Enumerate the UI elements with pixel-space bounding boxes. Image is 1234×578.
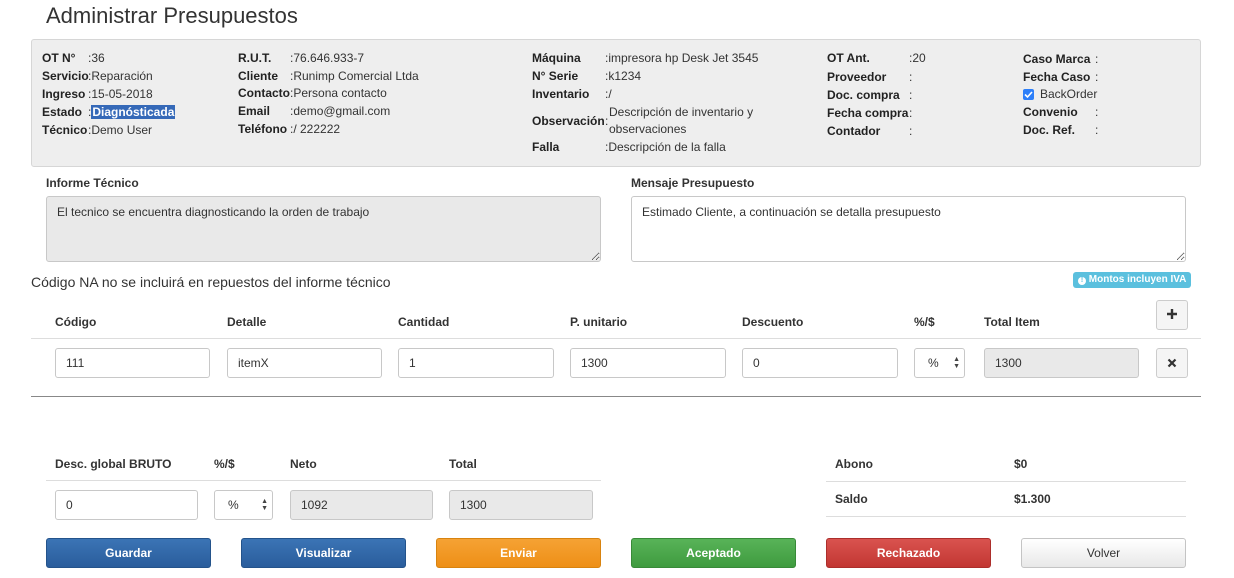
backorder-checkbox[interactable] bbox=[1023, 89, 1034, 100]
info-fecha-caso: Fecha Caso: bbox=[1023, 70, 1099, 84]
abono-value: $0 bbox=[1014, 457, 1028, 471]
saldo-label: Saldo bbox=[835, 492, 868, 506]
updown-arrows-icon: ▲ ▼ bbox=[953, 356, 960, 370]
backorder-option: BackOrder bbox=[1023, 87, 1097, 101]
info-ot: OT N°:36 bbox=[42, 51, 105, 65]
info-inventario: Inventario:/ bbox=[532, 87, 612, 101]
info-fecha-compra: Fecha compra: bbox=[827, 106, 913, 120]
col-header-descuento: Descuento bbox=[742, 315, 804, 329]
updown-arrows-icon: ▲ ▼ bbox=[261, 498, 268, 512]
col-header-total-item: Total Item bbox=[984, 315, 1040, 329]
info-contador: Contador: bbox=[827, 124, 913, 138]
info-servicio: Servicio:Reparación bbox=[42, 69, 153, 83]
informe-tecnico-textarea[interactable]: El tecnico se encuentra diagnosticando l… bbox=[46, 196, 601, 262]
total-label: Total bbox=[449, 457, 477, 471]
col-header-cantidad: Cantidad bbox=[398, 315, 450, 329]
check-icon bbox=[1024, 91, 1033, 99]
page-title: Administrar Presupuestos bbox=[46, 3, 298, 28]
info-convenio: Convenio: bbox=[1023, 105, 1099, 119]
iva-badge: ! Montos incluyen IVA bbox=[1073, 272, 1192, 288]
info-ingreso: Ingreso:15-05-2018 bbox=[42, 87, 153, 101]
item-tipo-select[interactable]: % ▲ ▼ bbox=[914, 348, 965, 378]
items-section-divider bbox=[31, 396, 1201, 397]
col-header-tipo: %/$ bbox=[914, 315, 935, 329]
item-detalle-input[interactable] bbox=[227, 348, 382, 378]
summary-divider-2 bbox=[826, 516, 1186, 517]
item-cantidad-input[interactable] bbox=[398, 348, 554, 378]
remove-item-button[interactable] bbox=[1156, 348, 1188, 378]
status-badge: Diagnósticada bbox=[91, 105, 176, 119]
desc-global-label: Desc. global BRUTO bbox=[55, 457, 172, 471]
info-serie: N° Serie:k1234 bbox=[532, 69, 642, 83]
item-p-unitario-input[interactable] bbox=[570, 348, 726, 378]
col-header-p-unitario: P. unitario bbox=[570, 315, 628, 329]
item-descuento-input[interactable] bbox=[742, 348, 898, 378]
na-code-note: Código NA no se incluirá en repuestos de… bbox=[31, 274, 391, 290]
info-telefono: Teléfono:/ 222222 bbox=[238, 122, 341, 136]
neto-label: Neto bbox=[290, 457, 317, 471]
informe-label: Informe Técnico bbox=[46, 176, 139, 190]
info-falla: Falla:Descripción de la falla bbox=[532, 140, 726, 154]
plus-icon bbox=[1167, 309, 1177, 319]
info-ot-ant: OT Ant.:20 bbox=[827, 51, 926, 65]
abono-label: Abono bbox=[835, 457, 873, 471]
info-email: Email:demo@gmail.com bbox=[238, 104, 391, 118]
table-header-divider bbox=[31, 338, 1201, 339]
aceptado-button[interactable]: Aceptado bbox=[631, 538, 796, 568]
add-item-button[interactable] bbox=[1156, 300, 1188, 330]
rechazado-button[interactable]: Rechazado bbox=[826, 538, 991, 568]
info-observacion-label: Observación: bbox=[532, 114, 609, 128]
info-maquina: Máquina:impresora hp Desk Jet 3545 bbox=[532, 51, 759, 65]
info-caso-marca: Caso Marca: bbox=[1023, 52, 1099, 66]
info-cliente: Cliente:Runimp Comercial Ltda bbox=[238, 69, 419, 83]
info-doc-compra: Doc. compra: bbox=[827, 88, 913, 102]
desc-global-tipo-label: %/$ bbox=[214, 457, 235, 471]
info-circle-icon: ! bbox=[1078, 277, 1086, 285]
col-header-detalle: Detalle bbox=[227, 315, 267, 329]
mensaje-presupuesto-textarea[interactable]: Estimado Cliente, a continuación se deta… bbox=[631, 196, 1186, 262]
totals-header-divider bbox=[46, 480, 601, 481]
total-input bbox=[449, 490, 593, 520]
info-observacion-value: Descripción de inventario y observacione… bbox=[609, 105, 754, 136]
visualizar-button[interactable]: Visualizar bbox=[241, 538, 406, 568]
enviar-button[interactable]: Enviar bbox=[436, 538, 601, 568]
item-codigo-input[interactable] bbox=[55, 348, 210, 378]
info-tecnico: Técnico:Demo User bbox=[42, 123, 153, 137]
volver-button[interactable]: Volver bbox=[1021, 538, 1186, 568]
guardar-button[interactable]: Guardar bbox=[46, 538, 211, 568]
neto-input bbox=[290, 490, 433, 520]
desc-global-tipo-select[interactable]: % ▲ ▼ bbox=[214, 490, 273, 520]
summary-divider-1 bbox=[826, 481, 1186, 482]
info-doc-ref: Doc. Ref.: bbox=[1023, 123, 1099, 137]
close-icon bbox=[1167, 358, 1177, 368]
info-estado: Estado:Diagnósticada bbox=[42, 105, 176, 119]
info-contacto: Contacto:Persona contacto bbox=[238, 86, 387, 100]
info-rut: R.U.T.:76.646.933-7 bbox=[238, 51, 365, 65]
desc-global-input[interactable] bbox=[55, 490, 198, 520]
col-header-codigo: Código bbox=[55, 315, 97, 329]
item-total-input bbox=[984, 348, 1139, 378]
info-proveedor: Proveedor: bbox=[827, 70, 913, 84]
saldo-value: $1.300 bbox=[1014, 492, 1051, 506]
mensaje-label: Mensaje Presupuesto bbox=[631, 176, 755, 190]
